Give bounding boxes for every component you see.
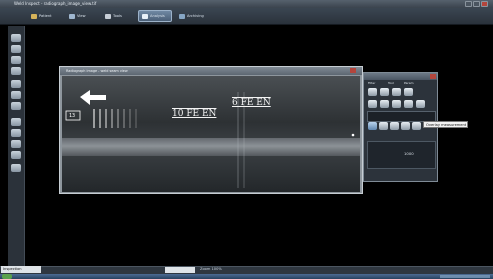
panel-tab-filter[interactable]: Filter [366, 80, 377, 86]
folder-icon [31, 13, 37, 19]
close-button[interactable] [481, 1, 488, 7]
delete-tool-icon[interactable] [11, 151, 21, 159]
filter-sharpen-icon[interactable] [368, 88, 377, 96]
measure-overlay-icon[interactable] [412, 122, 421, 130]
os-taskbar [0, 274, 493, 279]
filter-emboss-icon[interactable] [404, 88, 413, 96]
film-marker-left: 10 FE EN [172, 109, 217, 119]
status-field: Inspection [1, 266, 41, 273]
measure-line-icon[interactable] [368, 122, 377, 130]
panel-tab-param[interactable]: Param [402, 80, 416, 86]
filter-smooth-icon[interactable] [380, 88, 389, 96]
radiograph-overlay [65, 90, 355, 188]
start-button[interactable] [2, 274, 12, 279]
archive-icon [179, 13, 185, 19]
measurement-readout: 1000 [367, 141, 436, 169]
pointer-tool-icon[interactable] [11, 34, 21, 42]
image-window[interactable]: Radiograph image - weld seam view 13 10 … [59, 66, 363, 194]
annotate-tool-icon[interactable] [11, 118, 21, 126]
filter-reset-icon[interactable] [416, 100, 425, 108]
view-icon [69, 13, 75, 19]
undo-tool-icon[interactable] [11, 164, 21, 172]
zoom-slider[interactable] [165, 267, 195, 273]
direction-arrow-icon [80, 90, 106, 105]
profile-tool-icon[interactable] [11, 91, 21, 99]
filter-histogram-icon[interactable] [404, 100, 413, 108]
app-title: Weld Inspect - radiograph_image_view.tif [14, 1, 97, 6]
tab-archiving[interactable]: Archiving [176, 10, 212, 22]
arrow-tool-icon[interactable] [11, 129, 21, 137]
panel-tab-tool[interactable]: Tool [386, 80, 396, 86]
pan-tool-icon[interactable] [11, 45, 21, 53]
contrast-tool-icon[interactable] [11, 102, 21, 110]
maximize-button[interactable] [473, 1, 480, 7]
measure-profile-icon[interactable] [401, 122, 410, 130]
tab-view[interactable]: View [66, 10, 98, 22]
zoom-tool-icon[interactable] [11, 56, 21, 64]
analysis-icon [142, 13, 148, 19]
minimize-button[interactable] [465, 1, 472, 7]
readout-value: 1000 [404, 151, 414, 156]
tool-panel-title-bar [364, 73, 437, 80]
filter-gamma-icon[interactable] [392, 100, 401, 108]
image-window-close-icon[interactable] [350, 68, 356, 73]
tab-patient[interactable]: Patient [28, 10, 62, 22]
film-marker-right: 6 FE EN [232, 98, 271, 108]
filter-invert-icon[interactable] [392, 88, 401, 96]
measure-tool-icon[interactable] [11, 80, 21, 88]
measure-angle-icon[interactable] [379, 122, 388, 130]
tools-icon [105, 13, 111, 19]
tab-tools[interactable]: Tools [102, 10, 134, 22]
filter-level-icon[interactable] [380, 100, 389, 108]
system-tray [440, 275, 490, 278]
text-tool-icon[interactable] [11, 140, 21, 148]
iqi-tag-label: 13 [69, 113, 76, 119]
tab-analysis[interactable]: Analysis [138, 10, 172, 22]
iqi-wire-gauge [93, 109, 137, 128]
radiograph-image[interactable]: 13 10 FE EN 6 FE EN [62, 76, 360, 192]
rotate-tool-icon[interactable] [11, 67, 21, 75]
zoom-readout: Zoom 100% [200, 267, 222, 271]
measure-area-icon[interactable] [390, 122, 399, 130]
app-title-bar: Weld Inspect - radiograph_image_view.tif [0, 0, 493, 8]
tooltip: Overlay measurement [423, 121, 468, 128]
tool-panel-close-icon[interactable] [430, 74, 436, 79]
image-window-title: Radiograph image - weld seam view [60, 67, 362, 75]
filter-edge-icon[interactable] [368, 100, 377, 108]
